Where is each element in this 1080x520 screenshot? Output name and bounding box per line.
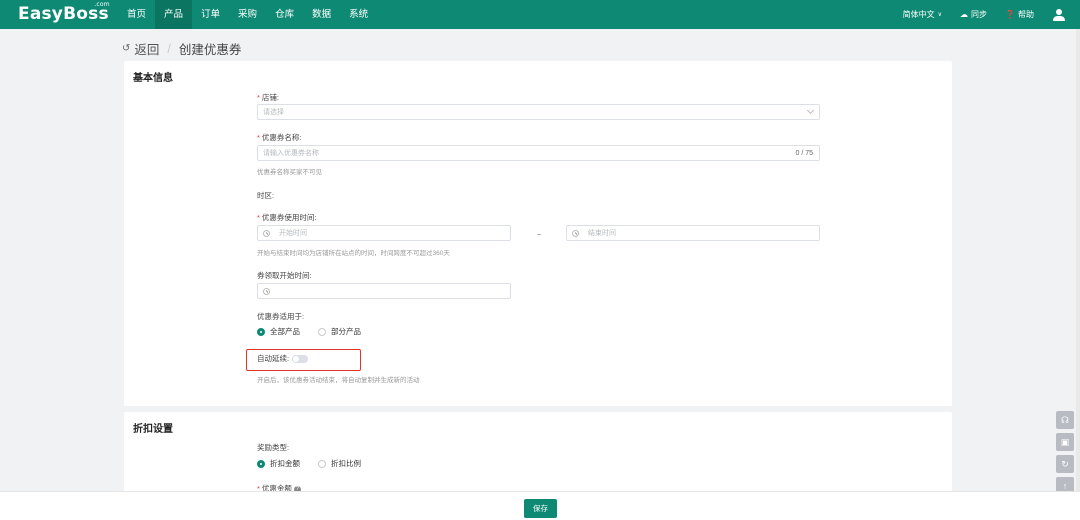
reward-amount-label: 折扣金额 [270,459,300,468]
coupon-name-hint: 优惠券名称买家不可见 [257,169,322,176]
nav-item-data[interactable]: 数据 [303,0,340,29]
side-toolbar: ☊ ▣ ↻ ↑ [1056,411,1074,499]
timezone-label: 时区: [257,191,275,200]
reward-type-label: 奖励类型: [257,443,290,452]
radio-unchecked-icon [318,327,326,336]
main-nav: 首页 产品 订单 采购 仓库 数据 系统 [118,0,377,29]
breadcrumb-separator: / [167,41,171,56]
store-label: * 店铺: [257,93,280,102]
clock-icon [263,287,270,295]
apply-partial-products-option[interactable]: 部分产品 [318,326,361,337]
apply-to-label: 优惠券适用于: [257,312,305,321]
radio-checked-icon [257,459,265,468]
apply-all-products-option[interactable]: 全部产品 [257,326,300,337]
discount-settings-title: 折扣设置 [133,424,173,435]
chevron-down-icon: ∨ [937,12,943,18]
store-placeholder: 请选择 [263,109,284,116]
back-link[interactable]: 返回 [134,39,159,58]
cloud-icon: ☁ [960,10,969,19]
end-time-picker[interactable]: 结束时间 [566,225,820,241]
highlight-box [246,349,361,371]
language-select[interactable]: 简体中文 ∨ [903,9,942,20]
apply-all-products-label: 全部产品 [270,327,300,336]
store-select[interactable]: 请选择 [257,104,820,120]
top-nav-bar: EasyBoss .com 首页 产品 订单 采购 仓库 数据 系统 简体中文 ∨… [0,0,1080,29]
page-title: 创建优惠券 [178,43,242,57]
reward-type-radio-group: 折扣金额 折扣比例 [257,458,379,469]
back-arrow-icon[interactable]: ↺ [122,43,130,54]
end-time-placeholder: 结束时间 [588,230,616,237]
apply-to-radio-group: 全部产品 部分产品 [257,326,379,337]
clock-icon [263,229,270,237]
apply-partial-products-label: 部分产品 [331,327,361,336]
claim-time-label: 券领取开始时间: [257,271,312,280]
help-label: 帮助 [1018,10,1034,19]
auto-renew-hint: 开启后，该优惠券活动结束，将自动复制并生成新的活动 [257,377,420,384]
nav-item-system[interactable]: 系统 [340,0,377,29]
reward-percent-option[interactable]: 折扣比例 [318,458,361,469]
coupon-name-placeholder: 请输入优惠券名称 [263,150,319,157]
page-scrollbar[interactable] [1076,29,1080,491]
coupon-name-label: * 优惠券名称: [257,133,302,142]
char-counter: 0 / 75 [795,149,813,157]
claim-time-picker[interactable] [257,283,511,299]
radio-unchecked-icon [318,459,326,468]
range-separator: ~ [537,230,542,239]
breadcrumb: ↺ 返回 / 创建优惠券 [122,39,241,58]
discount-settings-card: 折扣设置 奖励类型: 折扣金额 折扣比例 * 优惠金额? [124,412,952,502]
sync-label: 同步 [971,10,988,19]
help-icon: ❓ [1005,10,1015,19]
headset-icon[interactable]: ☊ [1056,411,1074,429]
user-icon[interactable] [1052,8,1066,22]
nav-item-orders[interactable]: 订单 [192,0,229,29]
top-right-tools: 简体中文 ∨ ☁ 同步 ❓ 帮助 [885,0,1066,29]
language-label: 简体中文 [902,10,935,19]
nav-item-purchase[interactable]: 采购 [229,0,266,29]
help-button[interactable]: ❓ 帮助 [1005,9,1034,20]
sync-button[interactable]: ☁ 同步 [960,9,987,20]
start-time-picker[interactable]: 开始时间 [257,225,511,241]
time-hint: 开始与结束时间均为店铺所在站点的时间，时间跨度不可超过360天 [257,250,450,257]
save-button[interactable]: 保存 [524,499,557,518]
chevron-down-icon [806,106,815,115]
nav-item-products[interactable]: 产品 [155,0,193,29]
refresh-icon[interactable]: ↻ [1056,455,1074,473]
reward-amount-option[interactable]: 折扣金额 [257,458,300,469]
coupon-name-input[interactable]: 请输入优惠券名称 0 / 75 [257,145,820,161]
basic-info-title: 基本信息 [133,73,173,84]
clock-icon [572,229,579,237]
logo[interactable]: EasyBoss .com [18,1,110,24]
nav-item-warehouse[interactable]: 仓库 [266,0,303,29]
save-icon[interactable]: ▣ [1056,433,1074,451]
use-time-label: * 优惠券使用时间: [257,213,317,222]
reward-percent-label: 折扣比例 [331,459,361,468]
radio-checked-icon [257,327,265,336]
nav-item-home[interactable]: 首页 [118,0,155,29]
footer-bar: 保存 [0,491,1080,520]
start-time-placeholder: 开始时间 [279,230,307,237]
